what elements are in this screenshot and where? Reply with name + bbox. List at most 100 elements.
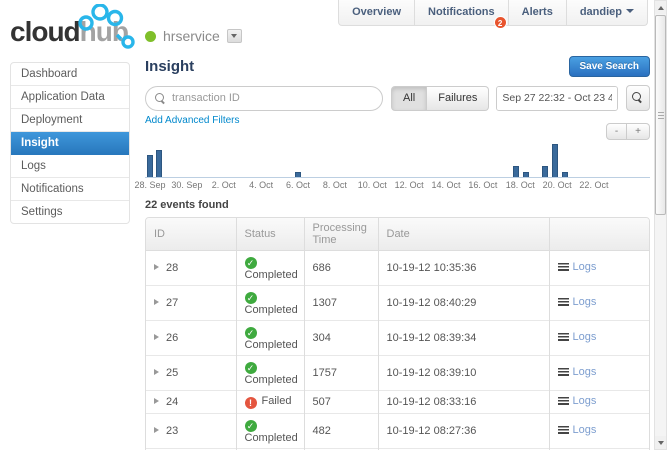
table-row: 27 ✓Completed 1307 10-19-12 08:40:29 Log… bbox=[146, 286, 649, 321]
nav-user-menu[interactable]: dandiep bbox=[566, 0, 647, 25]
chevron-down-icon bbox=[231, 34, 237, 38]
scrollbar-grip-icon bbox=[658, 112, 664, 119]
events-table: ID Status Processing Time Date 28 ✓Compl… bbox=[145, 217, 650, 450]
sidebar-item-label: Settings bbox=[21, 206, 63, 218]
logo-text-cloud: cloud bbox=[10, 16, 80, 47]
row-date: 10-19-12 08:33:16 bbox=[378, 391, 549, 414]
transaction-search bbox=[145, 86, 383, 111]
table-row: 25 ✓Completed 1757 10-19-12 08:39:10 Log… bbox=[146, 356, 649, 391]
col-header-processing-time: Processing Time bbox=[304, 218, 378, 251]
logs-link[interactable]: Logs bbox=[558, 296, 597, 308]
search-submit-button[interactable] bbox=[626, 85, 650, 111]
table-header-row: ID Status Processing Time Date bbox=[146, 218, 649, 251]
status-icon: ✓ bbox=[245, 257, 257, 269]
expand-row-icon[interactable] bbox=[154, 398, 159, 404]
logs-list-icon bbox=[558, 263, 569, 272]
nav-notifications[interactable]: Notifications 2 bbox=[414, 0, 508, 25]
date-range-input[interactable] bbox=[497, 87, 617, 110]
expand-row-icon[interactable] bbox=[154, 264, 159, 270]
expand-row-icon[interactable] bbox=[154, 427, 159, 433]
nav-alerts[interactable]: Alerts bbox=[508, 0, 566, 25]
logs-link[interactable]: Logs bbox=[558, 424, 597, 436]
col-header-id: ID bbox=[146, 218, 236, 251]
scrollbar-thumb[interactable] bbox=[655, 15, 666, 215]
row-id: 24 bbox=[166, 396, 178, 408]
nav-user-label: dandiep bbox=[580, 6, 622, 18]
logs-link[interactable]: Logs bbox=[558, 331, 597, 343]
logs-link[interactable]: Logs bbox=[558, 395, 597, 407]
add-advanced-filters-link[interactable]: Add Advanced Filters bbox=[145, 115, 240, 140]
sidebar-item-deployment[interactable]: Deployment bbox=[11, 109, 129, 132]
row-time: 304 bbox=[304, 321, 378, 356]
col-header-logs bbox=[549, 218, 649, 251]
events-table-body: 28 ✓Completed 686 10-19-12 10:35:36 Logs… bbox=[146, 251, 649, 450]
page-title: Insight bbox=[145, 58, 194, 75]
chart-bar bbox=[562, 172, 568, 178]
events-timeline-chart[interactable]: 28. Sep30. Sep2. Oct4. Oct6. Oct8. Oct10… bbox=[145, 142, 650, 192]
row-status: Completed bbox=[245, 304, 298, 316]
zoom-out-button[interactable]: - bbox=[606, 123, 627, 140]
triangle-down-icon bbox=[658, 441, 664, 445]
row-date: 10-19-12 10:35:36 bbox=[378, 251, 549, 286]
status-icon: ✓ bbox=[245, 292, 257, 304]
col-header-status: Status bbox=[236, 218, 304, 251]
chart-axis-label: 8. Oct bbox=[323, 180, 347, 190]
row-id: 26 bbox=[166, 332, 178, 344]
chevron-down-icon bbox=[626, 9, 634, 13]
logs-label: Logs bbox=[573, 296, 597, 308]
sidebar-item-insight[interactable]: Insight bbox=[11, 132, 129, 155]
row-id: 28 bbox=[166, 262, 178, 274]
filter-all-button[interactable]: All bbox=[391, 86, 427, 111]
cloudhub-logo: cloudhub bbox=[10, 10, 140, 54]
triangle-up-icon bbox=[658, 6, 664, 10]
zoom-in-button[interactable]: + bbox=[627, 123, 650, 140]
row-id: 25 bbox=[166, 367, 178, 379]
nav-overview-label: Overview bbox=[352, 6, 401, 18]
nav-notifications-label: Notifications bbox=[428, 6, 495, 18]
scrollbar-up-button[interactable] bbox=[655, 1, 666, 14]
sidebar-item-dashboard[interactable]: Dashboard bbox=[11, 63, 129, 86]
sidebar-item-notifications[interactable]: Notifications bbox=[11, 178, 129, 201]
scrollbar-down-button[interactable] bbox=[655, 436, 666, 449]
row-status: Completed bbox=[245, 432, 298, 444]
sidebar-item-settings[interactable]: Settings bbox=[11, 201, 129, 223]
logs-label: Logs bbox=[573, 366, 597, 378]
sidebar-item-application-data[interactable]: Application Data bbox=[11, 86, 129, 109]
chart-bar bbox=[523, 172, 529, 178]
save-search-button[interactable]: Save Search bbox=[569, 56, 651, 77]
status-icon: ! bbox=[245, 397, 257, 409]
logs-label: Logs bbox=[573, 261, 597, 273]
table-row: 26 ✓Completed 304 10-19-12 08:39:34 Logs bbox=[146, 321, 649, 356]
chart-axis-label: 4. Oct bbox=[249, 180, 273, 190]
row-status: Completed bbox=[245, 374, 298, 386]
nav-overview[interactable]: Overview bbox=[339, 0, 414, 25]
date-range-dropdown-button[interactable] bbox=[617, 87, 618, 110]
chart-axis-label: 30. Sep bbox=[171, 180, 202, 190]
top-navigation: Overview Notifications 2 Alerts dandiep bbox=[338, 0, 648, 26]
transaction-search-input[interactable] bbox=[172, 92, 382, 104]
row-status: Completed bbox=[245, 339, 298, 351]
filter-failures-button[interactable]: Failures bbox=[427, 86, 489, 111]
row-id: 27 bbox=[166, 297, 178, 309]
expand-row-icon[interactable] bbox=[154, 369, 159, 375]
chart-axis-labels: 28. Sep30. Sep2. Oct4. Oct6. Oct8. Oct10… bbox=[145, 178, 650, 191]
row-id: 23 bbox=[166, 425, 178, 437]
table-row: 24 !Failed 507 10-19-12 08:33:16 Logs bbox=[146, 391, 649, 414]
logs-link[interactable]: Logs bbox=[558, 261, 597, 273]
chart-bar bbox=[542, 166, 548, 177]
sidebar-item-logs[interactable]: Logs bbox=[11, 155, 129, 178]
page-scrollbar[interactable] bbox=[654, 0, 667, 450]
chart-bar bbox=[295, 172, 301, 178]
app-dropdown-button[interactable] bbox=[227, 29, 242, 43]
chart-axis-label: 18. Oct bbox=[506, 180, 535, 190]
chart-axis-label: 28. Sep bbox=[135, 180, 166, 190]
sidebar-item-label: Notifications bbox=[21, 183, 84, 195]
table-row: 23 ✓Completed 482 10-19-12 08:27:36 Logs bbox=[146, 414, 649, 449]
logs-link[interactable]: Logs bbox=[558, 366, 597, 378]
events-found-count: 22 events found bbox=[145, 199, 650, 211]
expand-row-icon[interactable] bbox=[154, 334, 159, 340]
chart-axis-label: 16. Oct bbox=[468, 180, 497, 190]
expand-row-icon[interactable] bbox=[154, 299, 159, 305]
row-date: 10-19-12 08:27:36 bbox=[378, 414, 549, 449]
chart-axis-label: 12. Oct bbox=[395, 180, 424, 190]
